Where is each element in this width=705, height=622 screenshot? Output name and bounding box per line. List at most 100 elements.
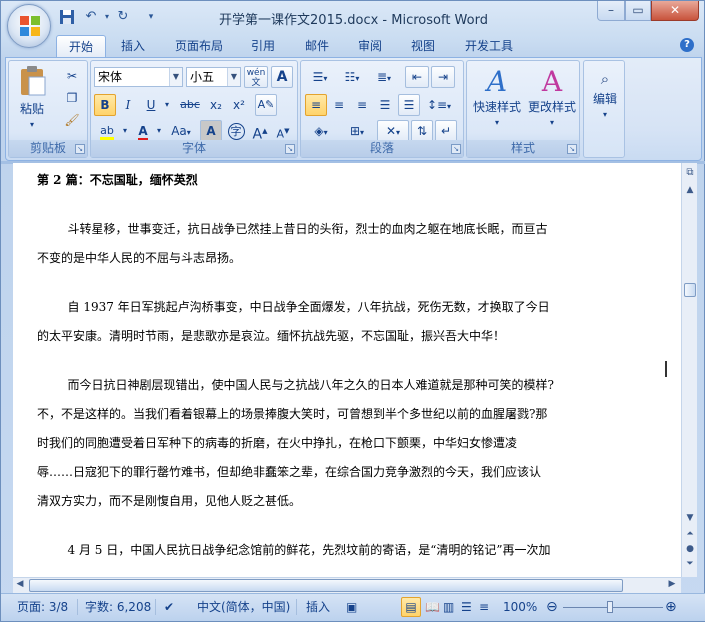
paragraph-line[interactable]: 不变的是中华人民的不屈与斗志昂扬。 [37, 245, 241, 272]
font-size-combo[interactable]: 小五 ▼ [186, 67, 241, 87]
scroll-down-icon[interactable]: ▼ [682, 513, 698, 527]
draft-icon[interactable]: ≡ [479, 598, 489, 616]
full-screen-reading-icon[interactable]: 📖 [425, 598, 440, 616]
print-layout-icon[interactable]: ▤ [401, 597, 421, 617]
styles-launcher-icon[interactable]: ↘ [567, 144, 577, 154]
language-indicator[interactable]: 中文(简体，中国) [197, 598, 290, 616]
char-border-button[interactable]: A [271, 66, 293, 88]
zoom-out-icon[interactable]: ⊖ [546, 598, 558, 616]
document-page[interactable]: 第 2 篇：不忘国耻，缅怀英烈 斗转星移，世事变迁，抗日战争已然挂上昔日的头衔，… [13, 163, 681, 577]
tab-view[interactable]: 视图 [401, 35, 445, 57]
next-page-icon[interactable]: ⏷ [682, 559, 698, 573]
line-spacing-icon[interactable]: ↕≡▾ [423, 94, 455, 116]
borders-icon[interactable]: ⊞▾ [341, 120, 373, 142]
macro-record-icon[interactable]: ▣ [346, 598, 357, 616]
distribute-icon[interactable]: ☰ [398, 94, 420, 116]
zoom-level[interactable]: 100% [503, 598, 537, 616]
hscroll-thumb[interactable] [29, 579, 623, 592]
paste-dropdown-icon[interactable]: ▾ [15, 117, 49, 133]
paragraph-line[interactable]: 不，不是这样的。当我们看着银幕上的场景捧腹大笑时，可曾想到半个多世纪以前的血腥屠… [37, 401, 547, 428]
paragraph-line[interactable]: 斗转星移，世事变迁，抗日战争已然挂上昔日的头衔，烈士的血肉之躯在地底长眠，而亘古 [37, 216, 548, 243]
strikethrough-button[interactable]: abc [176, 94, 204, 116]
numbering-icon[interactable]: ☷▾ [337, 66, 367, 88]
align-right-icon[interactable]: ≡ [351, 94, 373, 116]
paste-button[interactable]: 粘贴 ▾ [15, 65, 49, 135]
show-marks-icon[interactable]: ↵ [435, 120, 457, 142]
subscript-button[interactable]: x₂ [205, 94, 227, 116]
quick-styles-button[interactable]: A 快速样式 ▾ [470, 65, 524, 135]
tab-insert[interactable]: 插入 [111, 35, 155, 57]
font-color-dropdown-icon[interactable]: ▾ [154, 120, 164, 142]
chinese-layout-icon[interactable]: ✕▾ [377, 120, 409, 142]
paragraph-heading[interactable]: 第 2 篇：不忘国耻，缅怀英烈 [37, 167, 198, 194]
bold-button[interactable]: B [94, 94, 116, 116]
paragraph-line[interactable]: 4 月 5 日，中国人民抗日战争纪念馆前的鲜花，先烈坟前的寄语，是“清明的铭记”… [37, 537, 551, 564]
zoom-slider-thumb[interactable] [607, 601, 613, 613]
increase-indent-icon[interactable]: ⇥ [431, 66, 455, 88]
maximize-button[interactable]: ▭ [625, 1, 651, 21]
copy-icon[interactable]: ❐ [61, 87, 83, 109]
minimize-button[interactable]: – [597, 1, 625, 21]
proofing-icon[interactable]: ✔ [164, 598, 174, 616]
editing-button[interactable]: ⌕ 编辑 ▾ [586, 67, 624, 137]
close-button[interactable]: ✕ [651, 1, 699, 21]
chevron-down-icon[interactable]: ▼ [169, 68, 182, 86]
scroll-thumb[interactable] [684, 283, 696, 297]
horizontal-scrollbar[interactable]: ◀ ▶ [13, 577, 681, 593]
paragraph-line[interactable]: 自 1937 年日军挑起卢沟桥事变，中日战争全面爆发，八年抗战，死伤无数，才换取… [37, 294, 550, 321]
decrease-indent-icon[interactable]: ⇤ [405, 66, 429, 88]
highlight-button[interactable]: ab [94, 120, 120, 142]
select-browse-object-icon[interactable]: ● [682, 544, 698, 558]
zoom-slider[interactable] [563, 607, 663, 608]
cut-icon[interactable]: ✂ [61, 65, 83, 87]
outline-icon[interactable]: ☰ [461, 598, 472, 616]
grow-font-button[interactable]: A▲ [249, 120, 271, 143]
tab-references[interactable]: 引用 [241, 35, 285, 57]
paragraph-line[interactable]: 清双方实力，而不是刚愎自用，见他人贬之甚低。 [37, 488, 301, 515]
tab-home[interactable]: 开始 [56, 35, 106, 57]
paragraph-line[interactable]: 时我们的同胞遭受着日军种下的病毒的折磨，在火中挣扎，在枪口下颤栗，中华妇女惨遭凌 [37, 430, 517, 457]
tab-developer[interactable]: 开发工具 [456, 35, 522, 57]
word-count[interactable]: 字数: 6,208 [85, 598, 151, 616]
phonetic-guide-button[interactable]: wén 文 [244, 66, 268, 88]
tab-mailings[interactable]: 邮件 [295, 35, 339, 57]
underline-button[interactable]: U [140, 94, 162, 116]
align-left-icon[interactable]: ≡ [305, 94, 327, 116]
underline-dropdown-icon[interactable]: ▾ [162, 94, 172, 116]
chevron-down-icon[interactable]: ▼ [227, 68, 240, 86]
ruler-toggle-icon[interactable]: ⧉ [682, 167, 698, 181]
scroll-up-icon[interactable]: ▲ [682, 185, 698, 199]
tab-page-layout[interactable]: 页面布局 [166, 35, 232, 57]
tab-review[interactable]: 审阅 [348, 35, 392, 57]
page-count[interactable]: 页面: 3/8 [17, 598, 68, 616]
bullets-icon[interactable]: ☰▾ [305, 66, 335, 88]
clear-format-icon[interactable]: A✎ [255, 94, 277, 116]
superscript-button[interactable]: x² [228, 94, 250, 116]
format-painter-icon[interactable]: 🖌 [61, 109, 83, 131]
insert-mode[interactable]: 插入 [306, 598, 330, 616]
font-color-button[interactable]: A [132, 120, 154, 142]
change-case-button[interactable]: Aa▾ [166, 120, 196, 142]
web-layout-icon[interactable]: ▥ [443, 598, 454, 616]
zoom-in-icon[interactable]: ⊕ [665, 598, 677, 616]
italic-button[interactable]: I [117, 94, 139, 116]
paragraph-line[interactable]: 而今日抗日神剧层现错出，使中国人民与之抗战八年之久的日本人难道就是那种可笑的模样… [37, 372, 554, 399]
scroll-left-icon[interactable]: ◀ [13, 579, 27, 593]
prev-page-icon[interactable]: ⏶ [682, 529, 698, 543]
paragraph-line[interactable]: 辱……日寇犯下的罪行罄竹难书，但却绝非蠢笨之辈，在综合国力竞争激烈的今天，我们应… [37, 459, 541, 486]
shrink-font-button[interactable]: A▼ [272, 120, 294, 142]
font-name-combo[interactable]: 宋体 ▼ [94, 67, 183, 87]
char-shading-button[interactable]: A [200, 120, 222, 142]
vertical-scrollbar[interactable]: ⧉ ▲ ▼ ⏶ ● ⏷ [681, 163, 697, 577]
enclose-char-button[interactable]: 字 [225, 120, 247, 142]
multilevel-list-icon[interactable]: ≣▾ [369, 66, 399, 88]
help-icon[interactable]: ? [680, 38, 694, 52]
highlight-dropdown-icon[interactable]: ▾ [120, 120, 130, 142]
change-styles-button[interactable]: A 更改样式 ▾ [525, 65, 579, 135]
paragraph-line[interactable]: 的太平安康。清明时节雨，是悲歌亦是哀泣。缅怀抗战先驱，不忘国耻，振兴吾大中华！ [37, 323, 505, 350]
align-center-icon[interactable]: ≡ [328, 94, 350, 116]
paragraph-launcher-icon[interactable]: ↘ [451, 144, 461, 154]
font-launcher-icon[interactable]: ↘ [285, 144, 295, 154]
justify-icon[interactable]: ☰ [374, 94, 396, 116]
clipboard-launcher-icon[interactable]: ↘ [75, 144, 85, 154]
